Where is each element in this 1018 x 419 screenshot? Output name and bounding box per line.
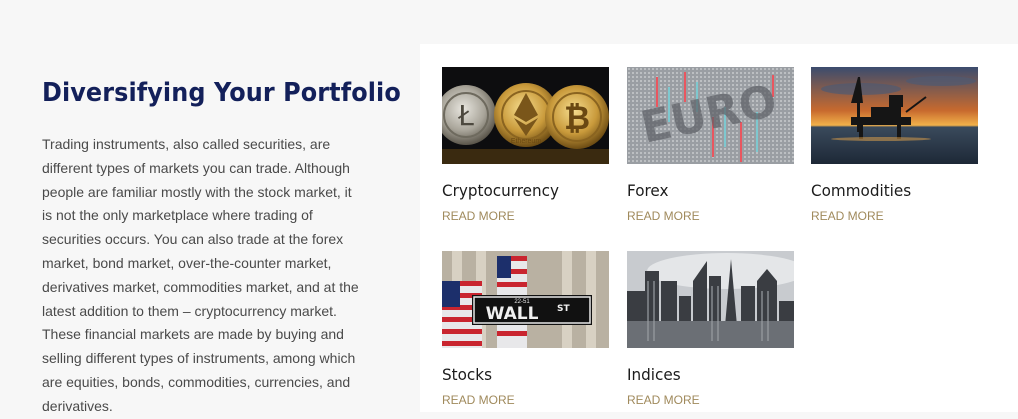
read-more-link[interactable]: READ MORE bbox=[442, 209, 609, 223]
card-title[interactable]: Cryptocurrency bbox=[442, 181, 601, 200]
read-more-link[interactable]: READ MORE bbox=[627, 393, 794, 407]
card-commodities: Commodities READ MORE bbox=[811, 67, 978, 223]
wall-st-sign-suffix: ST bbox=[557, 304, 570, 314]
section-description: Trading instruments, also called securit… bbox=[42, 136, 359, 414]
section-title: Diversifying Your Portfolio bbox=[42, 78, 401, 108]
indices-image[interactable] bbox=[627, 251, 794, 348]
svg-text:₿: ₿ bbox=[564, 99, 590, 137]
card-title[interactable]: Indices bbox=[627, 365, 786, 384]
ethereum-coin-text: Ethereum bbox=[511, 138, 542, 145]
card-forex: EURO Forex READ MORE bbox=[627, 67, 794, 223]
wall-st-sign-text: WALL bbox=[486, 304, 539, 324]
card-stocks: 22-51 WALL ST Stocks READ MORE bbox=[442, 251, 609, 407]
card-title[interactable]: Stocks bbox=[442, 365, 601, 384]
svg-text:Ł: Ł bbox=[457, 99, 474, 132]
read-more-link[interactable]: READ MORE bbox=[627, 209, 794, 223]
read-more-link[interactable]: READ MORE bbox=[811, 209, 978, 223]
forex-image[interactable]: EURO bbox=[627, 67, 794, 164]
commodities-image[interactable] bbox=[811, 67, 978, 164]
card-title[interactable]: Commodities bbox=[811, 181, 970, 200]
card-indices: Indices READ MORE bbox=[627, 251, 794, 407]
stocks-image[interactable]: 22-51 WALL ST bbox=[442, 251, 609, 348]
card-cryptocurrency: Ł Ethereum ₿ Cryptocurrency READ MORE bbox=[442, 67, 609, 223]
card-title[interactable]: Forex bbox=[627, 181, 786, 200]
intro-panel: Diversifying Your Portfolio Trading inst… bbox=[0, 0, 420, 414]
read-more-link[interactable]: READ MORE bbox=[442, 393, 609, 407]
cryptocurrency-image[interactable]: Ł Ethereum ₿ bbox=[442, 67, 609, 164]
